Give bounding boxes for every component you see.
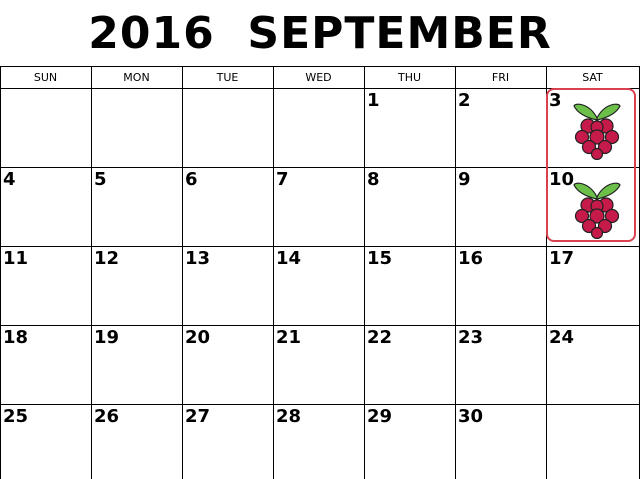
day-number: 20 <box>185 327 211 348</box>
day-cell-14[interactable]: 14 <box>273 246 364 325</box>
weekday-header-mon: MON <box>123 70 150 84</box>
weekday-header-tue: TUE <box>216 70 239 84</box>
day-number: 28 <box>276 406 302 427</box>
day-cell-22[interactable]: 22 <box>364 325 455 404</box>
day-cell-19[interactable]: 19 <box>91 325 182 404</box>
day-cell-18[interactable]: 18 <box>0 325 91 404</box>
day-cell-2[interactable]: 2 <box>455 88 546 167</box>
day-number: 22 <box>367 327 393 348</box>
weekday-header-fri: FRI <box>491 70 510 84</box>
weekday-header-sun: SUN <box>33 70 58 84</box>
day-number: 29 <box>367 406 393 427</box>
calendar-grid: SUN MON TUE WED THU FRI SAT 1 2 3 4 5 6 7 8 9 10 11 12 13… <box>0 0 640 479</box>
day-cell-13[interactable]: 13 <box>182 246 273 325</box>
day-number: 16 <box>458 248 484 269</box>
day-number: 2 <box>458 90 471 111</box>
day-number: 19 <box>94 327 120 348</box>
day-number: 17 <box>549 248 575 269</box>
day-cell-4[interactable]: 4 <box>0 167 91 246</box>
day-cell-6[interactable]: 6 <box>182 167 273 246</box>
day-number: 25 <box>3 406 29 427</box>
day-number: 9 <box>458 169 471 190</box>
day-number: 5 <box>94 169 107 190</box>
day-cell-29[interactable]: 29 <box>364 404 455 479</box>
weekday-header-thu: THU <box>397 70 422 84</box>
empty-day-cell <box>273 88 364 167</box>
day-number: 24 <box>549 327 575 348</box>
day-number: 11 <box>3 248 29 269</box>
empty-day-cell <box>0 88 91 167</box>
day-number: 15 <box>367 248 393 269</box>
day-cell-12[interactable]: 12 <box>91 246 182 325</box>
day-number: 21 <box>276 327 302 348</box>
day-number: 27 <box>185 406 211 427</box>
day-number: 23 <box>458 327 484 348</box>
day-cell-23[interactable]: 23 <box>455 325 546 404</box>
day-cell-30[interactable]: 30 <box>455 404 546 479</box>
day-cell-16[interactable]: 16 <box>455 246 546 325</box>
day-number: 14 <box>276 248 302 269</box>
day-cell-21[interactable]: 21 <box>273 325 364 404</box>
day-number: 4 <box>3 169 16 190</box>
day-cell-7[interactable]: 7 <box>273 167 364 246</box>
day-number: 7 <box>276 169 289 190</box>
empty-day-cell <box>546 404 639 479</box>
day-cell-1[interactable]: 1 <box>364 88 455 167</box>
day-number: 30 <box>458 406 484 427</box>
day-cell-28[interactable]: 28 <box>273 404 364 479</box>
weekday-header-wed: WED <box>305 70 332 84</box>
day-number: 8 <box>367 169 380 190</box>
day-number: 12 <box>94 248 120 269</box>
day-cell-9[interactable]: 9 <box>455 167 546 246</box>
day-cell-20[interactable]: 20 <box>182 325 273 404</box>
day-cell-5[interactable]: 5 <box>91 167 182 246</box>
day-cell-11[interactable]: 11 <box>0 246 91 325</box>
weekday-header-sat: SAT <box>582 70 603 84</box>
day-number: 26 <box>94 406 120 427</box>
day-cell-26[interactable]: 26 <box>91 404 182 479</box>
day-cell-24[interactable]: 24 <box>546 325 639 404</box>
day-cell-8[interactable]: 8 <box>364 167 455 246</box>
day-number: 13 <box>185 248 211 269</box>
day-cell-15[interactable]: 15 <box>364 246 455 325</box>
empty-day-cell <box>182 88 273 167</box>
day-cell-17[interactable]: 17 <box>546 246 639 325</box>
day-number: 6 <box>185 169 198 190</box>
day-number: 18 <box>3 327 29 348</box>
day-cell-25[interactable]: 25 <box>0 404 91 479</box>
empty-day-cell <box>91 88 182 167</box>
event-highlight-box <box>546 88 636 242</box>
day-cell-27[interactable]: 27 <box>182 404 273 479</box>
day-number: 1 <box>367 90 380 111</box>
